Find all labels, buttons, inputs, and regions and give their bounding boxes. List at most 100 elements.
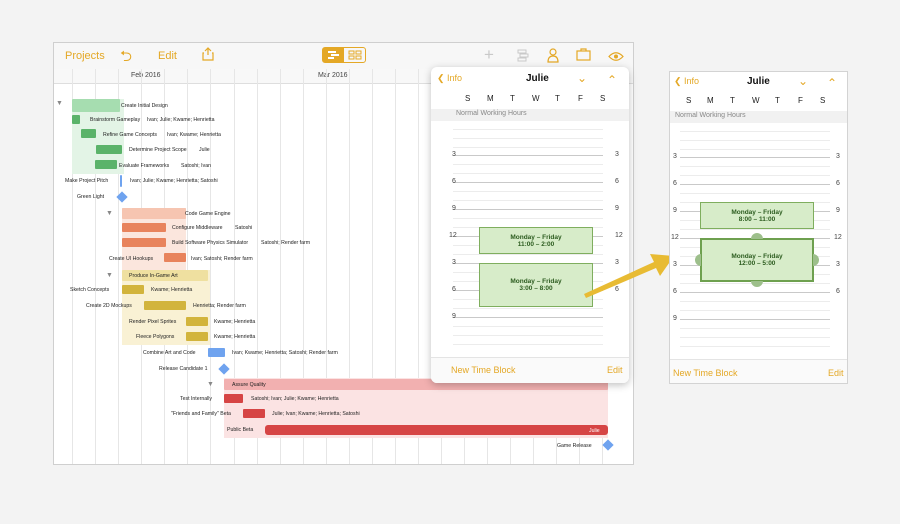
task-label: Sketch Concepts: [70, 287, 110, 293]
undo-icon[interactable]: ⮌: [120, 46, 132, 71]
gantt-view-icon[interactable]: [323, 48, 344, 62]
chevron-up-icon[interactable]: ⌃: [827, 76, 837, 90]
hour-label: 3: [836, 153, 840, 160]
day-grid[interactable]: 3 3 6 6 9 9 12 12 3 3 6 6 9 Monday – Fri…: [670, 123, 847, 359]
time-block-selected[interactable]: Monday – Friday 12:00 – 5:00: [700, 238, 814, 282]
new-time-block-button[interactable]: New Time Block: [673, 368, 738, 378]
back-label: Info: [447, 73, 463, 83]
section-label: Normal Working Hours: [675, 112, 746, 119]
network-view-icon[interactable]: [345, 48, 365, 62]
callout-arrow-icon: [584, 254, 674, 298]
gantt-bar[interactable]: [144, 301, 186, 310]
task-label: Create 2D Mockups: [86, 303, 132, 309]
task-resources: Ivan; Julie; Kwame; Henrietta; Satoshi: [130, 178, 218, 184]
task-resources: Kwame; Henrietta: [151, 287, 193, 293]
gantt-bar[interactable]: [186, 332, 208, 341]
task-resources: Henrietta; Render farm: [193, 303, 246, 309]
view-toggle[interactable]: [322, 47, 366, 63]
gantt-bar[interactable]: [186, 317, 208, 326]
gantt-bar[interactable]: [95, 160, 117, 169]
bar-resource-label: Julie: [589, 428, 600, 434]
task-label: Brainstorm Gameplay: [90, 117, 141, 123]
hour-label: 6: [615, 178, 619, 185]
task-label: Code Game Engine: [185, 211, 231, 217]
section-label: Normal Working Hours: [456, 110, 527, 117]
hour-label: 3: [836, 261, 840, 268]
hour-label: 12: [449, 232, 457, 239]
gantt-bar[interactable]: [122, 208, 186, 219]
gantt-bar[interactable]: [122, 238, 166, 247]
weekday-label: W: [752, 96, 760, 105]
new-time-block-button[interactable]: New Time Block: [451, 365, 516, 375]
gantt-bar[interactable]: [122, 285, 144, 294]
resize-handle-bottom[interactable]: [751, 281, 763, 287]
task-resources: Julie: [199, 147, 210, 153]
resize-handle-top[interactable]: [751, 233, 763, 239]
share-icon[interactable]: [202, 47, 214, 64]
weekday-label: T: [555, 94, 560, 103]
hour-label: 3: [452, 151, 456, 158]
task-resources: Kwame; Henrietta: [214, 334, 256, 340]
calendar-title: Julie: [747, 76, 770, 87]
weekday-label: T: [510, 94, 515, 103]
task-label: Create UI Hookups: [109, 256, 154, 262]
gantt-bar[interactable]: [81, 129, 96, 138]
chevron-down-icon[interactable]: ⌄: [798, 74, 808, 88]
hour-label: 6: [836, 180, 840, 187]
chevron-up-icon[interactable]: ⌃: [607, 73, 617, 87]
gantt-bar[interactable]: [164, 253, 186, 262]
task-label: Test Internally: [180, 396, 213, 402]
task-label: Public Beta: [227, 427, 254, 433]
gantt-bar[interactable]: [122, 223, 166, 232]
hour-label: 9: [452, 205, 456, 212]
weekday-label: T: [775, 96, 780, 105]
gantt-bar[interactable]: [224, 394, 243, 403]
collapse-caret-icon[interactable]: ▼: [56, 100, 63, 107]
collapse-caret-icon[interactable]: ▼: [106, 272, 113, 279]
view-options-eye-icon[interactable]: [608, 49, 624, 65]
task-label: Create Initial Design: [121, 103, 168, 109]
hour-label: 9: [452, 313, 456, 320]
outline-icon[interactable]: [516, 48, 530, 65]
hour-label: 6: [452, 286, 456, 293]
hour-label: 6: [836, 288, 840, 295]
back-label: Info: [684, 76, 700, 86]
gantt-bar[interactable]: [96, 145, 122, 154]
hour-label: 3: [673, 153, 677, 160]
back-button[interactable]: ❮ Info: [437, 73, 462, 84]
edit-button[interactable]: Edit: [828, 368, 844, 378]
gantt-bar[interactable]: [208, 348, 225, 357]
weekday-label: F: [578, 94, 583, 103]
gantt-bar[interactable]: [72, 115, 80, 124]
toolbar: Projects ⮌ Edit +: [54, 43, 633, 71]
add-icon[interactable]: +: [484, 45, 494, 65]
back-button[interactable]: ❮ Info: [674, 76, 699, 87]
gantt-bar[interactable]: [265, 425, 608, 435]
time-block[interactable]: Monday – Friday 8:00 – 11:00: [700, 202, 814, 229]
gantt-bar[interactable]: [72, 99, 120, 112]
task-resources: Satoshi: [235, 225, 253, 231]
edit-button[interactable]: Edit: [607, 365, 623, 375]
chevron-down-icon[interactable]: ⌄: [577, 71, 587, 85]
section-header: Normal Working Hours: [431, 109, 629, 121]
edit-button[interactable]: Edit: [158, 50, 177, 62]
inspector-briefcase-icon[interactable]: [576, 48, 591, 64]
collapse-caret-icon[interactable]: ▼: [207, 381, 214, 388]
time-block-days: Monday – Friday: [731, 253, 783, 260]
hour-label: 9: [673, 207, 677, 214]
task-resources: Ivan; Satoshi; Render farm: [191, 256, 253, 262]
task-resources: Satoshi; Render farm: [261, 240, 311, 246]
projects-button[interactable]: Projects: [65, 50, 105, 62]
resize-handle-left[interactable]: [695, 254, 701, 266]
milestone-diamond[interactable]: [602, 439, 614, 451]
milestone-diamond[interactable]: [218, 363, 230, 375]
collapse-caret-icon[interactable]: ▼: [106, 210, 113, 217]
gantt-bar[interactable]: [120, 175, 122, 187]
weekday-label: W: [532, 94, 540, 103]
weekday-label: S: [686, 96, 692, 105]
resource-person-icon[interactable]: [547, 48, 559, 66]
task-label: Green Light: [77, 194, 105, 200]
gantt-bar[interactable]: [243, 409, 265, 418]
task-label: Assure Quality: [232, 382, 266, 388]
panel-footer: New Time Block Edit: [670, 359, 847, 383]
